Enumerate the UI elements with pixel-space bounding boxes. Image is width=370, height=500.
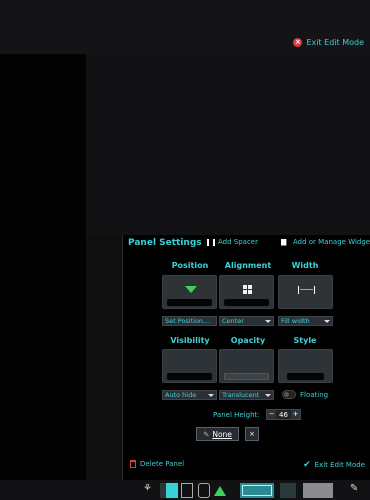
style-header: Style	[293, 336, 317, 345]
visibility-dropdown-value: Auto hide	[165, 391, 197, 399]
opacity-tile[interactable]	[219, 349, 274, 383]
window-icon[interactable]	[181, 483, 193, 498]
alignment-dropdown-value: Center	[222, 317, 244, 325]
close-button[interactable]: ×	[245, 427, 259, 441]
position-dropdown[interactable]: Set Position...	[162, 316, 217, 326]
opacity-dropdown-value: Translucent	[222, 391, 260, 399]
panel-preview	[224, 373, 269, 380]
task-button-light[interactable]	[303, 483, 333, 498]
exit-edit-mode-label: Exit Edit Mode	[306, 38, 364, 47]
alignment-header: Alignment	[224, 261, 272, 270]
style-tile[interactable]	[278, 349, 333, 383]
delete-panel-label: Delete Panel	[140, 460, 185, 468]
check-icon: ✔	[303, 460, 311, 470]
arrow-down-icon	[185, 286, 197, 293]
desktop-preview	[0, 54, 86, 500]
close-icon: ×	[293, 38, 303, 47]
opacity-dropdown[interactable]: Translucent	[219, 390, 274, 400]
widgets-icon	[281, 238, 287, 246]
width-dropdown[interactable]: Fill width	[278, 316, 333, 326]
panel-settings-title: Panel Settings	[128, 238, 202, 248]
spacer-icon	[207, 238, 215, 246]
panel-height-label: Panel Height:	[213, 411, 260, 419]
center-align-icon	[243, 285, 252, 294]
delete-panel-button[interactable]: Delete Panel	[130, 460, 184, 468]
network-icon[interactable]: ⚘	[143, 483, 157, 498]
none-button-label: None	[212, 429, 232, 439]
alignment-tile[interactable]	[219, 275, 274, 309]
visibility-dropdown[interactable]: Auto hide	[162, 390, 217, 400]
increment-button[interactable]: +	[291, 410, 300, 419]
alignment-dropdown[interactable]: Center	[219, 316, 274, 326]
panel-height-stepper[interactable]: − 46 +	[266, 409, 301, 420]
decrement-button[interactable]: −	[267, 410, 276, 419]
update-icon[interactable]	[214, 486, 226, 496]
fill-width-icon	[298, 286, 315, 294]
panel-preview	[224, 299, 269, 306]
tool-icon[interactable]: ✎	[350, 483, 362, 498]
position-tile[interactable]	[162, 275, 217, 309]
add-spacer-label: Add Spacer	[218, 238, 258, 246]
visibility-tile[interactable]	[162, 349, 217, 383]
task-icon[interactable]	[198, 483, 210, 498]
panel-preview	[287, 373, 324, 380]
panel-preview	[167, 373, 212, 380]
position-dropdown-value: Set Position...	[165, 317, 210, 325]
position-header: Position	[171, 261, 209, 270]
add-widgets-label: Add or Manage Widgets...	[293, 238, 370, 246]
task-thumbnail	[242, 485, 272, 496]
chevron-down-icon	[208, 394, 214, 397]
panel-settings-dialog: Panel Settings Add Spacer Add or Manage …	[122, 235, 370, 480]
chevron-down-icon	[324, 320, 330, 323]
visibility-header: Visibility	[170, 336, 210, 345]
opacity-header: Opacity	[230, 336, 266, 345]
chevron-down-icon	[265, 320, 271, 323]
exit-edit-mode-label-bottom: Exit Edit Mode	[314, 461, 365, 469]
task-button[interactable]	[280, 483, 296, 498]
panel-height-value[interactable]: 46	[276, 411, 291, 419]
none-button[interactable]: ✎ None	[196, 427, 239, 441]
app-active-icon[interactable]	[166, 483, 178, 498]
width-header: Width	[291, 261, 319, 270]
add-widgets-button[interactable]: Add or Manage Widgets...	[281, 238, 370, 246]
floating-label: Floating	[300, 390, 329, 399]
width-dropdown-value: Fill width	[281, 317, 310, 325]
add-spacer-button[interactable]: Add Spacer	[207, 238, 258, 246]
floating-toggle[interactable]: Floating	[282, 390, 328, 399]
trash-icon	[130, 460, 136, 468]
exit-edit-mode-top[interactable]: × Exit Edit Mode	[293, 38, 364, 47]
wrench-icon: ✎	[203, 429, 210, 439]
width-tile[interactable]	[278, 275, 333, 309]
top-bar: × Exit Edit Mode	[0, 0, 370, 54]
toggle-switch[interactable]	[282, 390, 296, 399]
panel-preview	[167, 299, 212, 306]
desktop-background	[86, 54, 370, 235]
chevron-down-icon	[265, 394, 271, 397]
exit-edit-mode-bottom[interactable]: ✔ Exit Edit Mode	[303, 460, 365, 470]
